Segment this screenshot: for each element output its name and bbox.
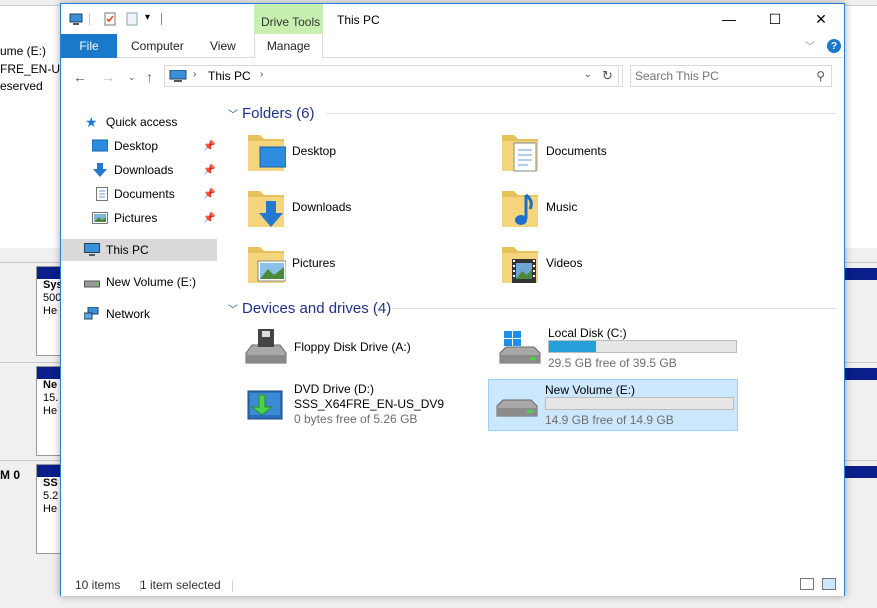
star-icon: ★ <box>85 114 98 130</box>
new-folder-icon[interactable] <box>125 12 139 26</box>
hard-drive-icon <box>496 399 538 417</box>
item-count: 10 items <box>75 578 121 592</box>
drive-tile-new-volume-e[interactable]: New Volume (E:) 14.9 GB free of 14.9 GB <box>488 379 738 431</box>
desktop-folder-icon <box>92 139 108 152</box>
address-bar[interactable]: › This PC › ⌄ <box>164 65 623 87</box>
chevron-down-icon[interactable]: ﹀ <box>228 301 238 316</box>
maximize-button[interactable]: ☐ <box>752 4 798 34</box>
breadcrumb-this-pc[interactable]: This PC <box>208 69 251 83</box>
computer-icon <box>169 70 187 82</box>
tab-view[interactable]: View <box>210 34 236 58</box>
dvd-drive-icon <box>247 390 283 420</box>
up-arrow-icon[interactable]: ↑ <box>146 69 153 85</box>
breadcrumb-separator-icon[interactable]: › <box>193 69 196 80</box>
search-icon[interactable]: ⚲ <box>816 69 825 83</box>
help-icon[interactable]: ? <box>827 39 841 53</box>
file-explorer-window: ▾ Drive Tools This PC — ☐ ✕ File Compute… <box>60 3 845 596</box>
navigation-pane: ★ Quick access Desktop 📌 Downloads 📌 Doc… <box>61 97 217 572</box>
music-folder-icon <box>502 191 538 227</box>
nav-item-documents[interactable]: Documents 📌 <box>61 183 217 205</box>
ribbon-tabs: File Computer View Manage ﹀ ? <box>61 34 844 58</box>
desktop-folder-icon <box>248 135 286 171</box>
tab-computer[interactable]: Computer <box>131 34 184 58</box>
folders-group-title: Folders (6) <box>242 104 315 122</box>
selection-count: 1 item selected <box>140 578 221 592</box>
nav-item-quick-access[interactable]: ★ Quick access <box>61 111 217 133</box>
network-icon <box>84 307 99 320</box>
folder-tile-music[interactable]: Music <box>476 183 726 235</box>
background-partition-stripe <box>845 466 877 478</box>
computer-icon[interactable] <box>69 12 83 26</box>
document-icon <box>96 187 108 201</box>
large-icons-view-icon[interactable] <box>822 578 836 590</box>
pin-icon[interactable]: 📌 <box>203 213 215 224</box>
picture-icon <box>92 212 108 224</box>
pin-icon[interactable]: 📌 <box>203 165 215 176</box>
background-partition[interactable]: SS 5.2 He <box>36 464 62 554</box>
drive-tools-label: Drive Tools <box>261 15 321 29</box>
properties-icon[interactable] <box>103 12 117 26</box>
computer-icon <box>84 243 100 256</box>
search-input[interactable] <box>635 68 805 84</box>
breadcrumb-separator-icon[interactable]: › <box>260 69 263 80</box>
drive-icon <box>84 280 100 288</box>
back-arrow-icon[interactable]: ← <box>73 69 87 85</box>
window-title: This PC <box>337 13 380 27</box>
pin-icon[interactable]: 📌 <box>203 141 215 152</box>
drive-tile-dvd-d[interactable]: DVD Drive (D:) SSS_X64FRE_EN-US_DV9 0 by… <box>238 379 488 431</box>
title-bar[interactable]: ▾ Drive Tools This PC — ☐ ✕ <box>61 4 844 36</box>
expand-ribbon-icon[interactable]: ﹀ <box>805 38 815 53</box>
folder-tile-videos[interactable]: Videos <box>476 239 726 291</box>
devices-group-title: Devices and drives (4) <box>242 299 392 317</box>
nav-item-downloads[interactable]: Downloads 📌 <box>61 159 217 181</box>
search-box[interactable]: ⚲ <box>630 65 832 87</box>
nav-item-this-pc[interactable]: This PC <box>61 239 217 261</box>
documents-folder-icon <box>502 135 538 172</box>
details-view-icon[interactable] <box>800 578 814 590</box>
floppy-drive-icon <box>245 329 287 364</box>
status-bar: 10 items | 1 item selected | <box>61 572 844 596</box>
forward-arrow-icon[interactable]: → <box>101 69 115 85</box>
background-volume-line-3: eserved <box>0 79 43 93</box>
nav-item-new-volume[interactable]: New Volume (E:) <box>61 271 217 293</box>
chevron-down-icon[interactable]: ﹀ <box>228 106 238 121</box>
devices-group-header[interactable]: ﹀ Devices and drives (4) <box>222 298 837 318</box>
folder-tile-pictures[interactable]: Pictures <box>222 239 472 291</box>
download-arrow-icon <box>93 163 107 177</box>
recent-locations-icon[interactable]: ⌄ <box>128 72 136 83</box>
windows-drive-icon <box>499 331 541 364</box>
drive-usage-bar <box>548 340 737 353</box>
pictures-folder-icon <box>248 247 286 283</box>
drive-tile-local-disk-c[interactable]: Local Disk (C:) 29.5 GB free of 39.5 GB <box>492 323 742 375</box>
background-partition-stripe <box>845 368 877 380</box>
nav-item-desktop[interactable]: Desktop 📌 <box>61 135 217 157</box>
background-volume-line-1: ume (E:) <box>0 44 47 58</box>
pin-icon[interactable]: 📌 <box>203 189 215 200</box>
folder-tile-desktop[interactable]: Desktop <box>222 127 472 179</box>
customize-quick-access-icon[interactable]: ▾ <box>145 12 150 23</box>
background-partition-stripe <box>845 268 877 280</box>
background-disk-label: M 0 <box>0 468 21 482</box>
refresh-icon[interactable]: ↻ <box>597 65 619 87</box>
videos-folder-icon <box>502 247 538 283</box>
background-partition[interactable]: Ne 15. He <box>36 366 62 456</box>
drive-tile-floppy[interactable]: Floppy Disk Drive (A:) <box>238 323 488 375</box>
content-pane: ﹀ Folders (6) Desktop Documents Download… <box>222 97 842 572</box>
drive-usage-fill <box>549 341 597 352</box>
drive-usage-bar <box>545 397 734 410</box>
nav-item-pictures[interactable]: Pictures 📌 <box>61 207 217 229</box>
navigation-bar: ← → ⌄ ↑ › This PC › ⌄ ↻ ⚲ <box>61 59 844 95</box>
tab-file[interactable]: File <box>61 34 117 58</box>
folder-tile-documents[interactable]: Documents <box>476 127 726 179</box>
tab-manage[interactable]: Manage <box>254 34 323 58</box>
background-partition[interactable]: Sys 500 He <box>36 266 63 356</box>
close-button[interactable]: ✕ <box>798 4 844 34</box>
background-volume-line-2: FRE_EN-U... <box>0 62 60 76</box>
folder-tile-downloads[interactable]: Downloads <box>222 183 472 235</box>
downloads-folder-icon <box>248 191 284 227</box>
nav-item-network[interactable]: Network <box>61 303 217 325</box>
address-dropdown-icon[interactable]: ⌄ <box>584 69 592 80</box>
minimize-button[interactable]: — <box>706 4 752 34</box>
folders-group-header[interactable]: ﹀ Folders (6) <box>222 103 837 123</box>
